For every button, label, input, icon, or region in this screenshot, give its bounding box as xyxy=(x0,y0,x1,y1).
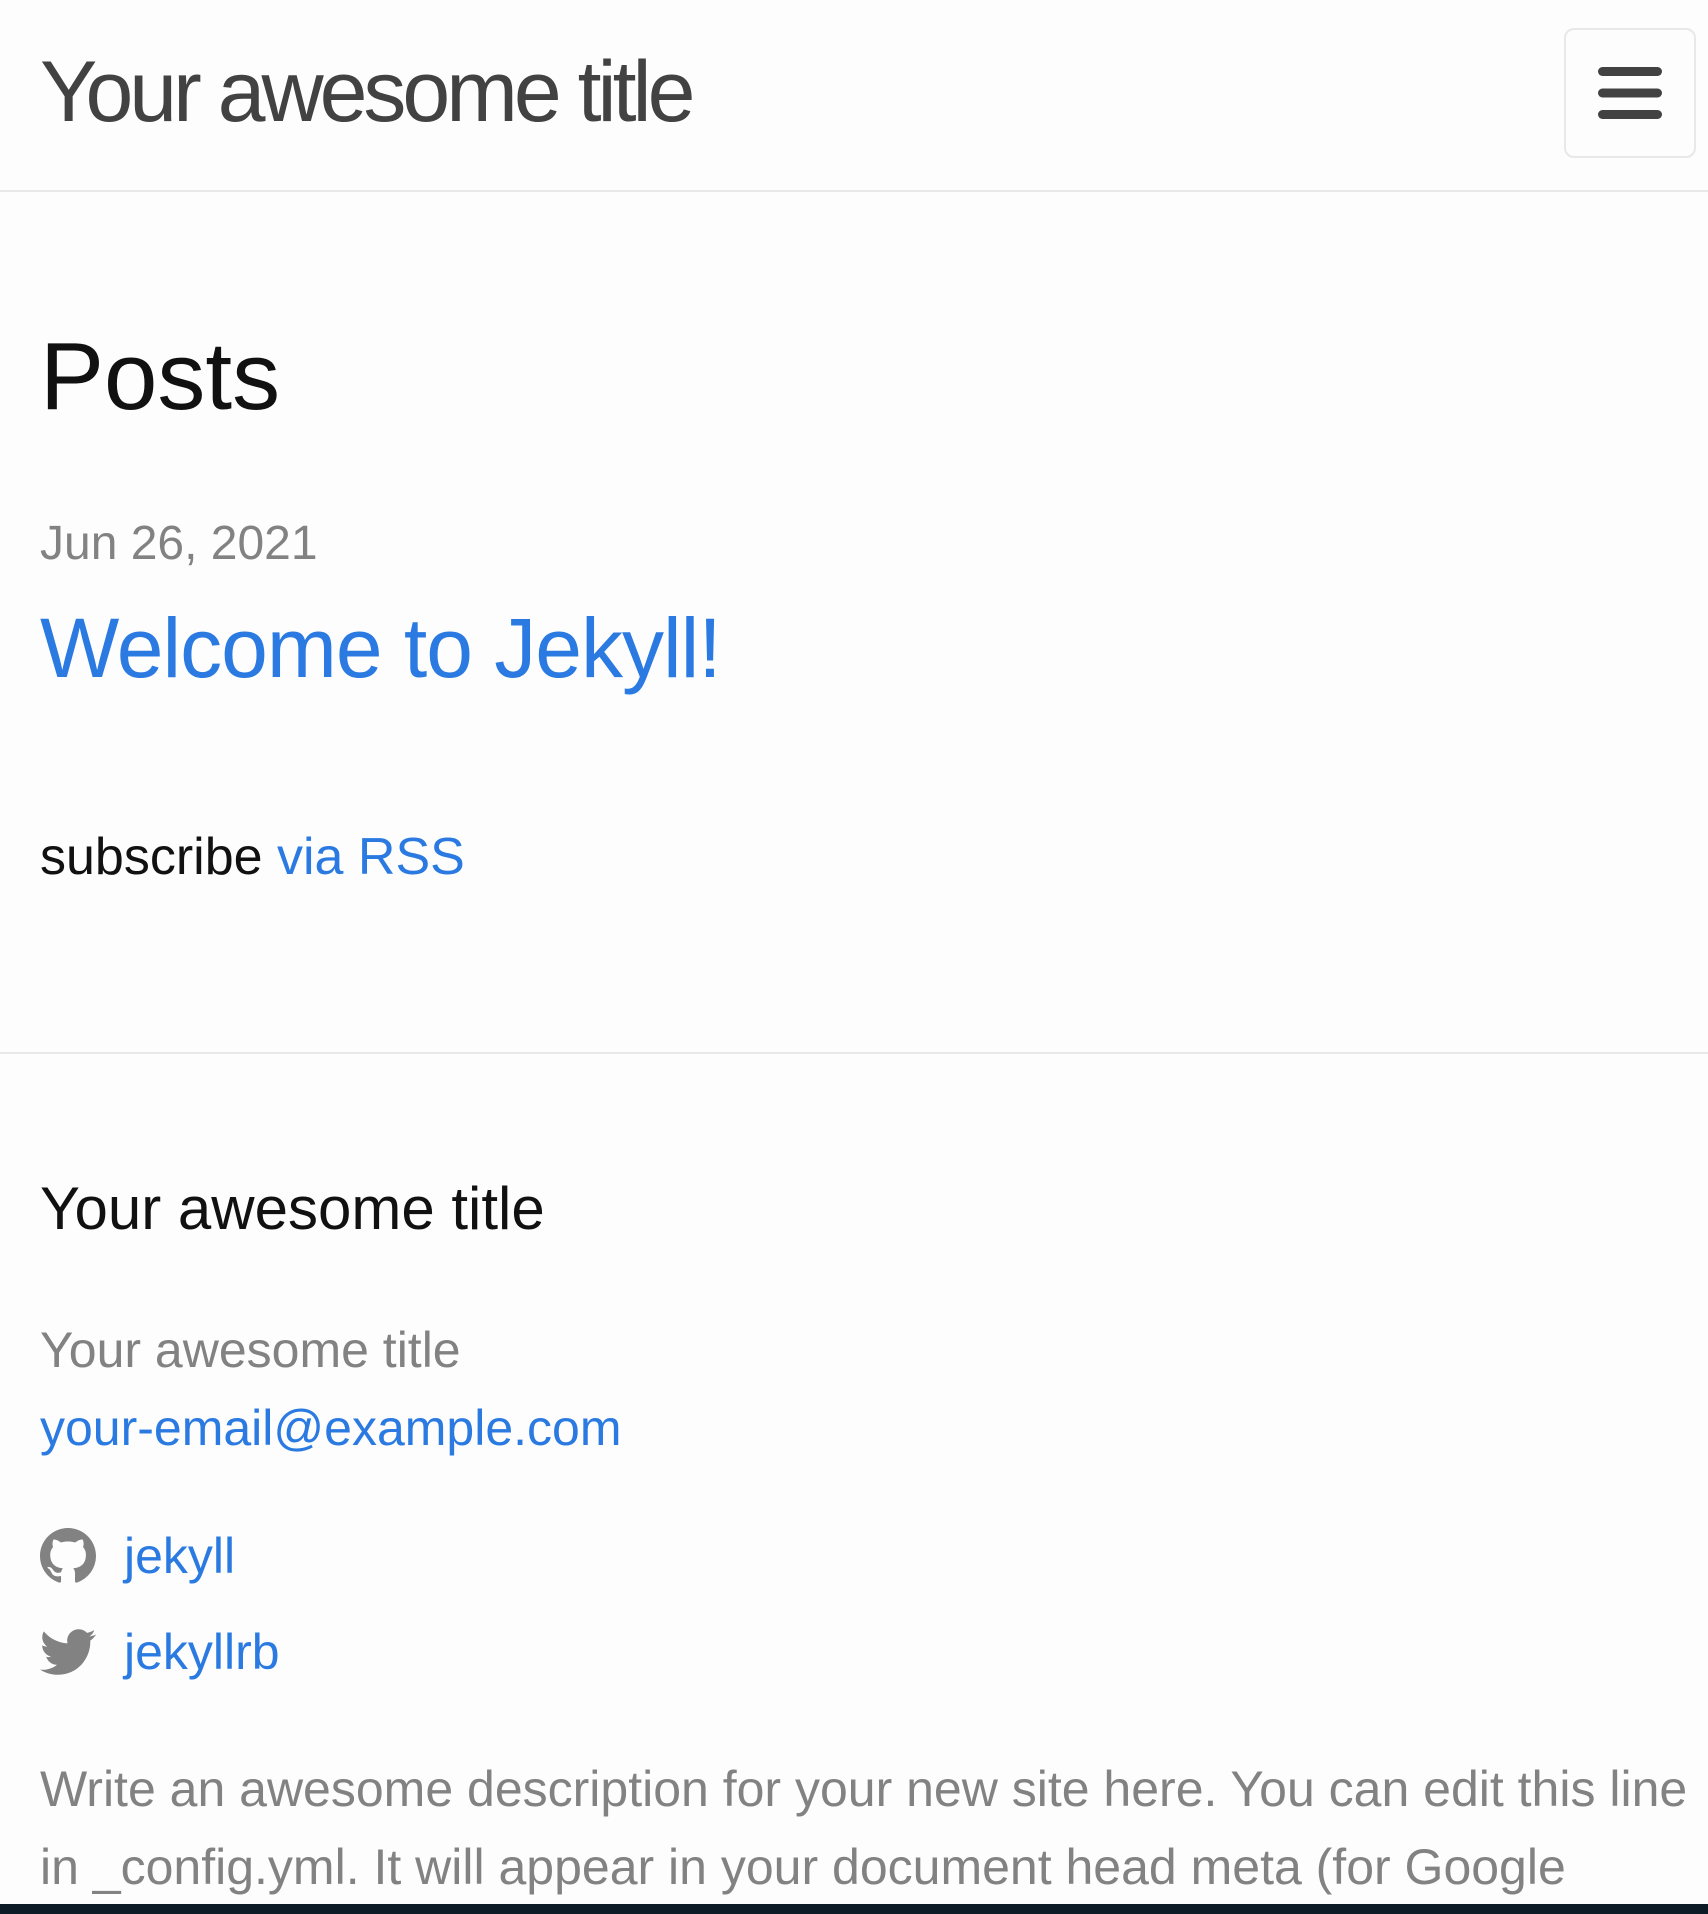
site-title-link[interactable]: Your awesome title xyxy=(40,42,695,142)
post-date: Jun 26, 2021 xyxy=(40,517,318,570)
post-title-link[interactable]: Welcome to Jekyll! xyxy=(40,598,722,698)
twitter-icon xyxy=(40,1624,96,1680)
github-icon xyxy=(40,1528,96,1584)
rss-subscribe: subscribe via RSS xyxy=(40,826,465,888)
footer-heading: Your awesome title xyxy=(40,1175,545,1242)
site-header: Your awesome title xyxy=(0,0,1708,192)
menu-toggle-button[interactable] xyxy=(1564,28,1696,158)
page-heading: Posts xyxy=(40,323,281,430)
site-footer: Your awesome title Your awesome title yo… xyxy=(0,1052,1708,1914)
social-twitter[interactable]: jekyllrb xyxy=(40,1622,280,1682)
footer-site-name: Your awesome title xyxy=(40,1322,461,1378)
bottom-edge-strip xyxy=(0,1904,1708,1914)
social-github[interactable]: jekyll xyxy=(40,1526,235,1586)
site-description: Write an awesome description for your ne… xyxy=(40,1761,1688,1895)
github-handle-link[interactable]: jekyll xyxy=(124,1526,235,1586)
rss-prefix: subscribe xyxy=(40,828,277,886)
footer-email-link[interactable]: your-email@example.com xyxy=(40,1398,622,1458)
twitter-handle-link[interactable]: jekyllrb xyxy=(124,1622,280,1682)
hamburger-menu-icon xyxy=(1598,65,1662,121)
rss-link[interactable]: via RSS xyxy=(277,828,465,886)
